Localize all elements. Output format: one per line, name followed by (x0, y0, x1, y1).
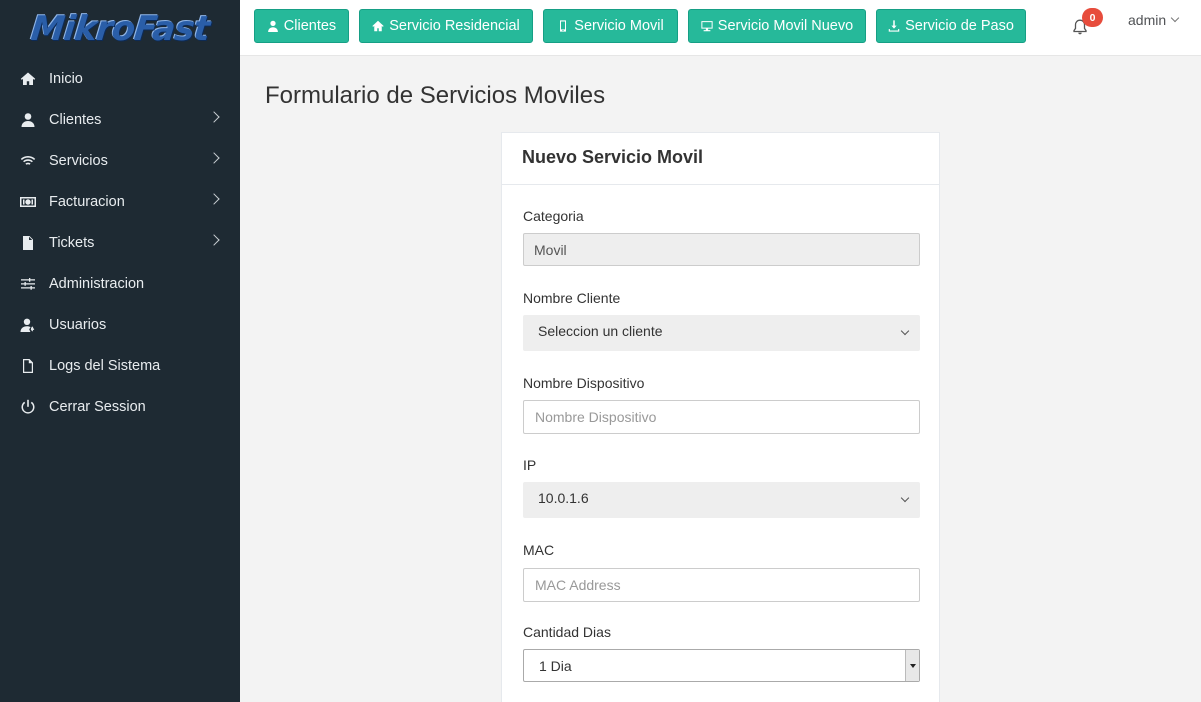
form-panel: Nuevo Servicio Movil Categoria Movil Nom… (501, 132, 940, 702)
chevron-down-icon (1170, 13, 1180, 23)
clientes-button[interactable]: Clientes (254, 9, 349, 43)
ip-select[interactable]: 10.0.1.6 (523, 482, 920, 518)
sidebar-item-tickets[interactable]: Tickets (0, 222, 240, 263)
wifi-icon (20, 153, 36, 169)
sidebar-item-logs[interactable]: Logs del Sistema (0, 345, 240, 386)
sliders-icon (20, 276, 36, 292)
home-icon (372, 20, 384, 32)
mac-input[interactable] (523, 568, 920, 602)
sidebar-item-cerrar-session[interactable]: Cerrar Session (0, 386, 240, 427)
sidebar-item-facturacion[interactable]: Facturacion (0, 181, 240, 222)
mac-label: MAC (523, 542, 555, 558)
sidebar: MikroFast Inicio Clientes Servicios Fact… (0, 0, 240, 702)
page-title: Formulario de Servicios Moviles (265, 82, 606, 109)
dias-selected-value: 1 Dia (539, 658, 572, 674)
panel-header: Nuevo Servicio Movil (502, 133, 939, 185)
sidebar-item-label: Cerrar Session (49, 398, 146, 415)
categoria-label: Categoria (523, 208, 584, 224)
servicio-de-paso-button[interactable]: Servicio de Paso (876, 9, 1026, 43)
button-label: Servicio Movil Nuevo (717, 18, 854, 34)
sidebar-item-label: Inicio (49, 70, 83, 87)
user-icon (20, 112, 36, 128)
dropdown-arrow-icon (905, 650, 919, 681)
mobile-icon (560, 20, 567, 32)
user-menu[interactable]: admin (1128, 12, 1180, 28)
user-name: admin (1128, 12, 1167, 28)
chevron-down-icon (900, 493, 910, 503)
sidebar-item-inicio[interactable]: Inicio (0, 58, 240, 99)
dispositivo-input[interactable] (523, 400, 920, 434)
sidebar-item-label: Tickets (49, 234, 95, 251)
form-title: Nuevo Servicio Movil (522, 147, 704, 167)
cliente-select[interactable]: Seleccion un cliente (523, 315, 920, 351)
sidebar-item-servicios[interactable]: Servicios (0, 140, 240, 181)
button-label: Servicio Movil (574, 18, 664, 34)
chevron-right-icon (208, 111, 220, 123)
chevron-down-icon (900, 326, 910, 336)
cliente-label: Nombre Cliente (523, 290, 621, 306)
sidebar-item-label: Clientes (49, 111, 102, 128)
dias-select[interactable]: 1 Dia (523, 649, 920, 682)
brand-logo[interactable]: MikroFast (0, 0, 240, 58)
sidebar-item-label: Facturacion (49, 193, 125, 210)
sidebar-item-label: Administracion (49, 275, 145, 292)
power-icon (20, 399, 36, 415)
home-icon (20, 71, 36, 87)
chevron-right-icon (208, 152, 220, 164)
dispositivo-label: Nombre Dispositivo (523, 375, 645, 391)
ip-label: IP (523, 457, 537, 473)
logo-text: MikroFast (28, 9, 212, 49)
servicio-movil-button[interactable]: Servicio Movil (543, 9, 678, 43)
download-icon (888, 20, 900, 32)
sidebar-item-label: Servicios (49, 152, 108, 169)
sidebar-nav: Inicio Clientes Servicios Facturacion Ti… (0, 58, 240, 427)
button-label: Servicio Residencial (389, 18, 520, 34)
servicio-residencial-button[interactable]: Servicio Residencial (359, 9, 533, 43)
servicio-movil-nuevo-button[interactable]: Servicio Movil Nuevo (688, 9, 866, 43)
sidebar-item-usuarios[interactable]: Usuarios (0, 304, 240, 345)
users-icon (20, 317, 36, 333)
file-icon (20, 235, 36, 251)
ip-selected-value: 10.0.1.6 (538, 490, 589, 506)
sidebar-item-clientes[interactable]: Clientes (0, 99, 240, 140)
desktop-icon (701, 21, 713, 32)
categoria-field: Movil (523, 233, 920, 266)
topbar: Clientes Servicio Residencial Servicio M… (240, 0, 1201, 56)
file-outline-icon (20, 358, 36, 374)
sidebar-item-administracion[interactable]: Administracion (0, 263, 240, 304)
sidebar-item-label: Logs del Sistema (49, 357, 161, 374)
chevron-right-icon (208, 234, 220, 246)
sidebar-item-label: Usuarios (49, 316, 107, 333)
chevron-right-icon (208, 193, 220, 205)
money-icon (20, 194, 36, 210)
dias-label: Cantidad Dias (523, 624, 611, 640)
button-label: Servicio de Paso (905, 18, 1014, 34)
cliente-selected-value: Seleccion un cliente (538, 323, 663, 339)
user-icon (267, 20, 278, 32)
notification-badge: 0 (1082, 8, 1103, 27)
button-label: Clientes (283, 18, 337, 34)
